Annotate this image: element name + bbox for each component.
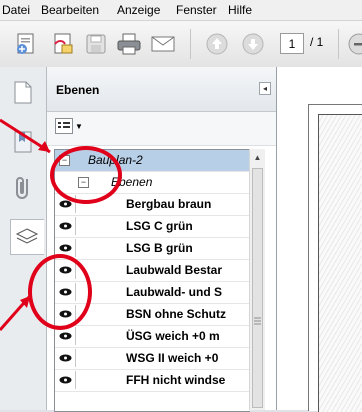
annotation-circle-2 [28, 254, 92, 330]
annotation-overlay [0, 118, 51, 331]
annotation-arrow-2 [0, 295, 32, 331]
annotation-arrow-1 [0, 118, 51, 154]
annotation-circle-1 [50, 146, 122, 204]
